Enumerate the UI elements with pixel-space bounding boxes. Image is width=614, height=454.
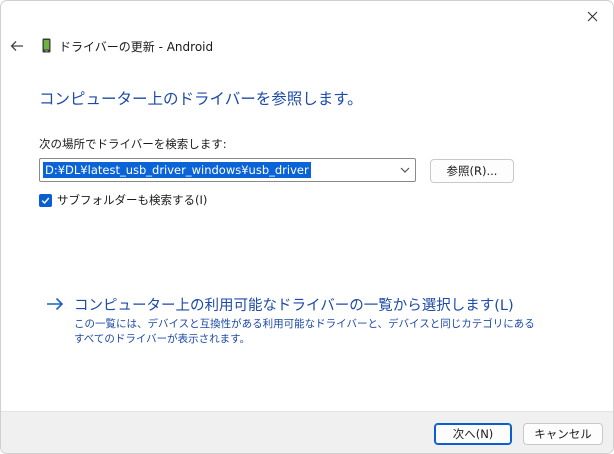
page-heading: コンピューター上のドライバーを参照します。 [39,90,363,108]
close-icon [587,11,597,21]
include-subfolders-checkbox[interactable] [39,193,52,207]
search-location-label: 次の場所でドライバーを検索します: [39,137,227,151]
search-path-value: D:¥DL¥latest_usb_driver_windows¥usb_driv… [43,162,311,178]
include-subfolders-label: サブフォルダーも検索する(I) [57,193,208,207]
include-subfolders-checkbox-row[interactable]: サブフォルダーも検索する(I) [39,192,207,208]
driver-update-dialog: ドライバーの更新 - Android コンピューター上のドライバーを参照します。… [0,0,614,454]
phone-icon [42,38,51,53]
window-title: ドライバーの更新 - Android [59,40,214,54]
dialog-header: ドライバーの更新 - Android [1,31,613,61]
chevron-down-icon[interactable] [399,164,411,176]
close-button[interactable] [579,5,605,27]
cancel-button[interactable]: キャンセル [523,423,603,445]
pick-from-list-link[interactable]: コンピューター上の利用可能なドライバーの一覧から選択します(L) [46,294,514,314]
search-path-combobox[interactable]: D:¥DL¥latest_usb_driver_windows¥usb_driv… [39,158,416,182]
next-button[interactable]: 次へ(N) [434,423,512,445]
right-arrow-icon [47,297,64,311]
back-arrow-icon [10,41,23,51]
checkmark-icon [41,197,50,204]
pick-from-list-label[interactable]: コンピューター上の利用可能なドライバーの一覧から選択します(L) [74,294,514,315]
dialog-footer: 次へ(N) キャンセル [1,411,613,453]
pick-from-list-description: この一覧には、デバイスと互換性がある利用可能なドライバーと、デバイスと同じカテゴ… [74,318,535,345]
browse-button[interactable]: 参照(R)... [430,159,514,183]
back-button[interactable] [7,37,27,55]
